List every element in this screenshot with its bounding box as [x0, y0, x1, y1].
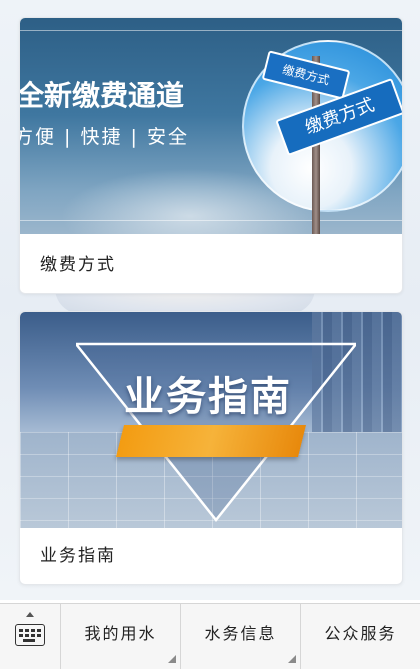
banner-ribbon: [116, 425, 306, 457]
keyboard-toggle-button[interactable]: [0, 604, 61, 669]
payment-banner-headline: 全新缴费通道: [20, 79, 185, 112]
caret-up-icon: [26, 612, 34, 617]
submenu-indicator-icon: [288, 655, 296, 663]
guide-banner-headline: 业务指南: [124, 374, 292, 420]
submenu-indicator-icon: [168, 655, 176, 663]
menu-public-service[interactable]: 公众服务: [301, 604, 420, 669]
guide-banner-image[interactable]: 业务指南: [20, 312, 402, 528]
bottom-menu-bar: 我的用水 水务信息 公众服务: [0, 603, 420, 669]
payment-banner-image[interactable]: 全新缴费通道 方便 | 快捷 | 安全 缴费方式 缴费方式: [20, 18, 402, 234]
keyboard-icon: [15, 624, 45, 646]
card-title: 缴费方式: [40, 255, 116, 275]
card-title: 业务指南: [40, 546, 116, 566]
payment-banner-subline: 方便 | 快捷 | 安全: [20, 126, 189, 148]
banner-line-top: [20, 30, 402, 31]
menu-label: 水务信息: [204, 624, 277, 643]
menu-water-info[interactable]: 水务信息: [181, 604, 301, 669]
payment-methods-card[interactable]: 全新缴费通道 方便 | 快捷 | 安全 缴费方式 缴费方式 缴费方式: [19, 17, 403, 294]
menu-label: 我的用水: [84, 624, 157, 643]
menu-label: 公众服务: [324, 624, 397, 643]
business-guide-card[interactable]: 业务指南 业务指南: [19, 311, 403, 585]
menu-my-water[interactable]: 我的用水: [61, 604, 181, 669]
